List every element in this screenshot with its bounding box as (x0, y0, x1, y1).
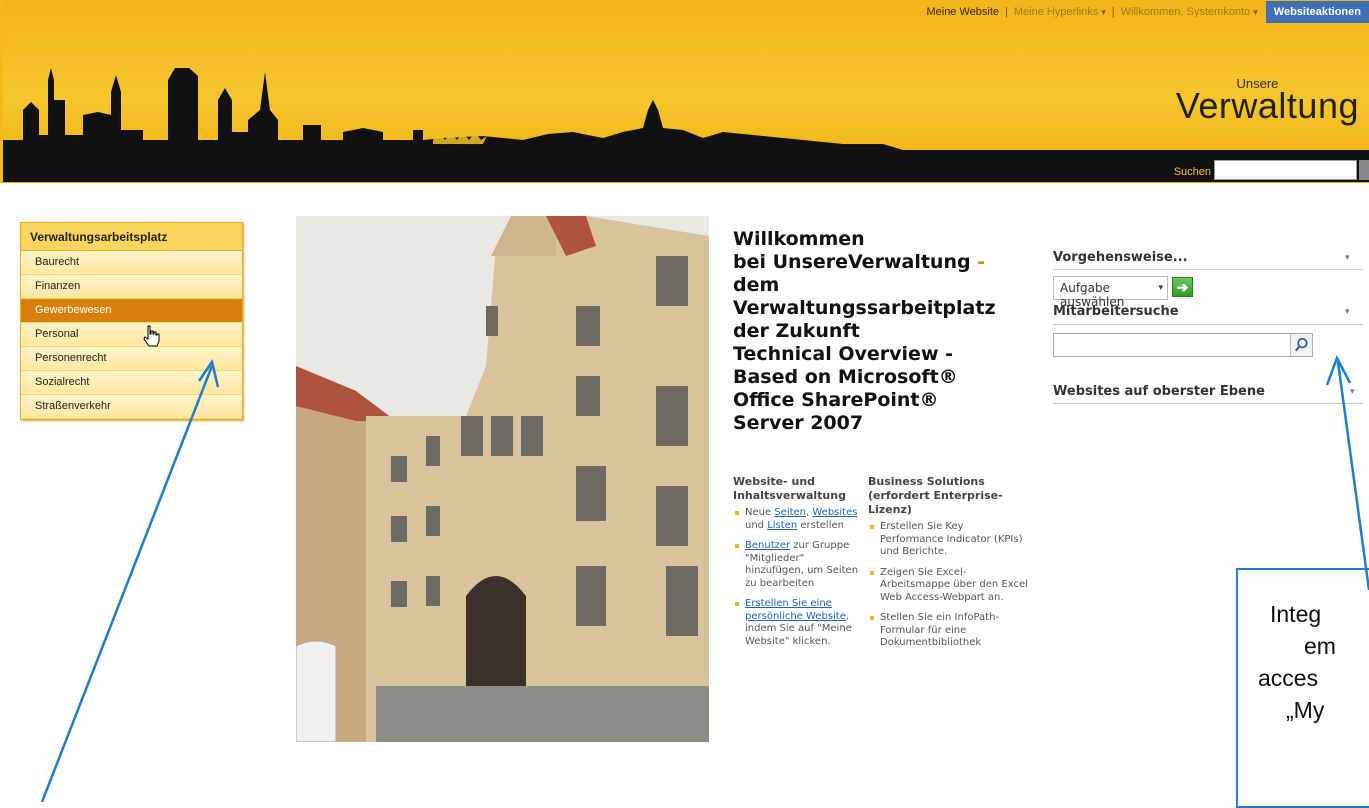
lists-link[interactable]: Listen (767, 520, 797, 531)
site-header: Meine Website | Meine Hyperlinks ▾ | Will… (0, 0, 1369, 183)
welcome-line: Technical Overview - (733, 343, 953, 365)
nav-heading[interactable]: Verwaltungsarbeitsplatz (21, 223, 242, 251)
top-navigation: Meine Website | Meine Hyperlinks ▾ | Will… (926, 0, 1369, 24)
list-item: Benutzer zur Gruppe "Mitglieder" hinzufü… (733, 540, 863, 590)
go-arrow-button[interactable]: ➔ (1172, 277, 1193, 297)
create-personal-site-link[interactable]: Erstellen Sie eine persönliche Website (745, 598, 846, 622)
employee-search-input[interactable] (1053, 333, 1313, 357)
welcome-dash: - (970, 251, 986, 273)
callout-line: em (1304, 633, 1336, 659)
annotation-callout: Integ em acces „My (1236, 568, 1369, 808)
nav-item-gewerbewesen[interactable]: Gewerbewesen (21, 299, 242, 323)
callout-line: „My (1286, 697, 1325, 723)
my-links-label: Meine Hyperlinks (1013, 6, 1099, 18)
welcome-line: Verwaltungssarbeitplatz (733, 297, 996, 319)
users-link[interactable]: Benutzer (745, 540, 790, 551)
separator: | (1005, 6, 1008, 18)
pages-link[interactable]: Seiten (774, 507, 806, 518)
chevron-down-icon: ▾ (1253, 7, 1258, 17)
welcome-line: Server 2007 (733, 412, 864, 434)
list-item: Zeigen Sie Excel-Arbeitsmappe über den E… (868, 567, 1028, 605)
divider (1053, 324, 1363, 325)
webpart-menu-icon[interactable]: ▾ (1345, 252, 1350, 263)
my-website-link[interactable]: Meine Website (926, 6, 999, 18)
welcome-site-name: bei UnsereVerwaltung (733, 251, 971, 273)
nav-item-sozialrecht[interactable]: Sozialrecht (21, 371, 242, 395)
column-heading: Business Solutions (erfordert Enterprise… (868, 475, 1003, 516)
list-item: Stellen Sie ein InfoPath-Formular für ei… (868, 612, 1028, 650)
quick-launch-nav: Verwaltungsarbeitsplatz Baurecht Finanze… (20, 222, 243, 420)
nav-item-finanzen[interactable]: Finanzen (21, 275, 242, 299)
welcome-line: bei UnsereVerwaltung - (733, 251, 1023, 274)
welcome-line: Office SharePoint® (733, 389, 939, 411)
callout-line: acces (1258, 665, 1319, 691)
nav-item-baurecht[interactable]: Baurecht (21, 251, 242, 275)
welcome-line: dem (733, 274, 780, 296)
site-logo: Unsere Verwaltung (1175, 76, 1359, 126)
city-skyline-banner (3, 68, 1369, 160)
business-solutions-column: Business Solutions (erfordert Enterprise… (868, 475, 1028, 658)
websites-link[interactable]: Websites (812, 507, 857, 518)
building-photo (296, 216, 709, 742)
arrowhead-icon (1325, 354, 1352, 386)
list-item: Neue Seiten, Websites und Listen erstell… (733, 507, 863, 532)
logo-big-text: Verwaltung (1175, 85, 1359, 126)
nav-arrow-line (40, 365, 214, 802)
welcome-user-menu[interactable]: Willkommen, Systemkonto ▾ (1121, 6, 1258, 18)
site-actions-menu[interactable]: Websiteaktionen (1265, 1, 1369, 23)
my-links-menu[interactable]: Meine Hyperlinks ▾ (1014, 6, 1106, 18)
top-level-sites-title[interactable]: Websites auf oberster Ebene (1053, 384, 1265, 399)
search-go-button[interactable] (1359, 160, 1369, 180)
search-icon[interactable] (1290, 334, 1312, 356)
nav-item-personal[interactable]: Personal (21, 323, 242, 347)
welcome-line: Based on Microsoft® (733, 366, 958, 388)
site-content-management-column: Website- und Inhaltsverwaltung Neue Seit… (733, 475, 863, 656)
chevron-down-icon: ▾ (1158, 283, 1163, 293)
divider (1053, 403, 1363, 404)
welcome-heading: Willkommen bei UnsereVerwaltung - dem Ve… (733, 228, 1023, 435)
list-item: Erstellen Sie eine persönliche Website, … (733, 598, 863, 648)
nav-item-strassenverkehr[interactable]: Straßenverkehr (21, 395, 242, 419)
hand-cursor-icon (143, 325, 160, 347)
list-item: Erstellen Sie Key Performance Indicator … (868, 521, 1028, 559)
howto-webpart-title[interactable]: Vorgehensweise... (1053, 250, 1188, 265)
chevron-down-icon: ▾ (1101, 7, 1106, 17)
employee-search-title[interactable]: Mitarbeitersuche (1053, 304, 1179, 319)
webpart-menu-icon[interactable]: ▾ (1350, 386, 1355, 397)
text: erstellen (797, 519, 844, 531)
search-label: Suchen (1173, 166, 1211, 178)
column-heading: Website- und Inhaltsverwaltung (733, 475, 846, 502)
welcome-user-label: Willkommen, Systemkonto (1120, 6, 1251, 18)
search-input[interactable] (1214, 160, 1357, 180)
nav-item-personenrecht[interactable]: Personenrecht (21, 347, 242, 371)
task-select-dropdown[interactable]: Aufgabe auswählen ▾ (1053, 276, 1168, 309)
separator: | (1111, 6, 1115, 18)
search-bar (3, 150, 1369, 182)
callout-line: Integ (1270, 601, 1322, 627)
text: Neue (745, 507, 775, 518)
welcome-line: Willkommen (733, 228, 865, 250)
welcome-line: der Zukunft (733, 320, 860, 342)
text: und (745, 519, 768, 531)
webpart-menu-icon[interactable]: ▾ (1345, 306, 1350, 317)
divider (1053, 269, 1363, 270)
